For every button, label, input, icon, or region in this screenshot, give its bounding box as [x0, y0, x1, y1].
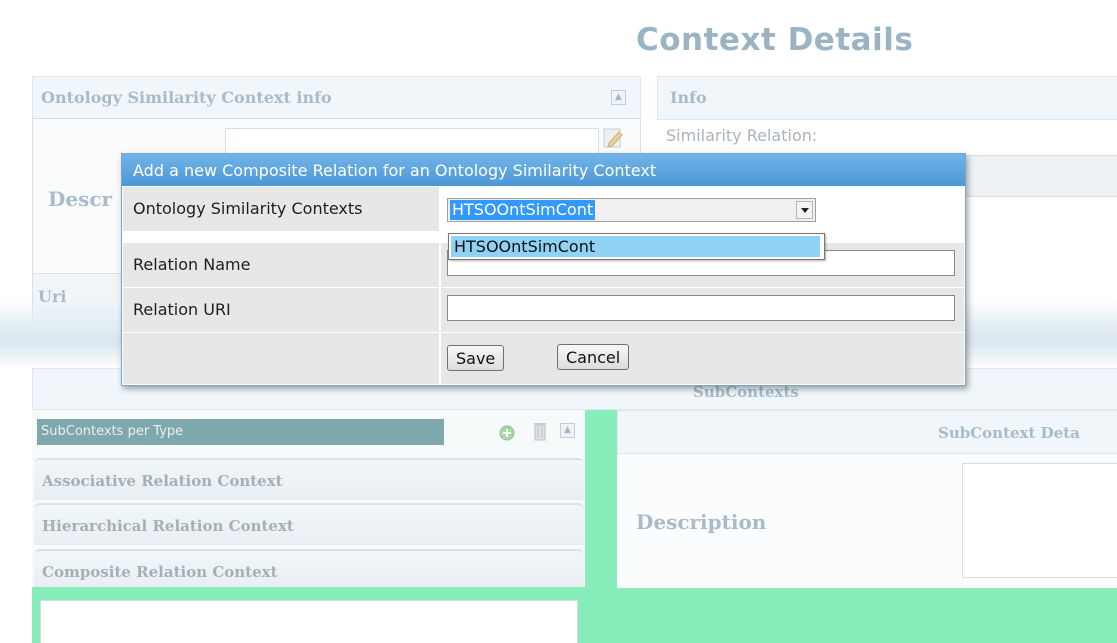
description-field-bg	[225, 128, 599, 154]
contexts-dropdown-list: HTSOOntSimCont	[448, 233, 825, 260]
edit-icon[interactable]	[602, 127, 624, 149]
relation-uri-label-cell: Relation URI	[123, 288, 439, 333]
cancel-button[interactable]: Cancel	[557, 344, 630, 370]
subcontexts-per-type-label: SubContexts per Type	[41, 424, 184, 439]
add-icon[interactable]	[499, 425, 515, 441]
page-title: Context Details	[636, 22, 914, 58]
subcontext-description-box	[962, 463, 1117, 578]
dialog-title: Add a new Composite Relation for an Onto…	[133, 161, 657, 180]
collapse-icon[interactable]: ▲	[611, 90, 626, 105]
description-label-bg: Descr	[48, 187, 113, 211]
save-button[interactable]: Save	[447, 345, 505, 371]
contexts-label: Ontology Similarity Contexts	[133, 199, 363, 218]
trash-icon[interactable]	[532, 421, 548, 441]
relation-uri-label: Relation URI	[133, 300, 231, 319]
contexts-selected-value: HTSOOntSimCont	[450, 200, 596, 220]
tree-item-composite[interactable]: Composite Relation Context	[34, 549, 584, 591]
contexts-value-cell: HTSOOntSimCont	[441, 187, 964, 232]
context-details-page: Context Details Ontology Similarity Cont…	[0, 0, 1117, 643]
subcontext-detail-title: SubContext Deta	[938, 424, 1080, 442]
relation-uri-input[interactable]	[447, 295, 955, 321]
dialog-title-bar[interactable]: Add a new Composite Relation for an Onto…	[122, 154, 965, 186]
add-composite-relation-dialog: Add a new Composite Relation for an Onto…	[121, 153, 966, 386]
buttons-cell: Save Cancel	[441, 333, 964, 385]
tree-item-label: Composite Relation Context	[42, 563, 278, 581]
info-title: Info	[670, 88, 707, 107]
subcontext-description-label: Description	[636, 510, 767, 534]
contexts-select[interactable]: HTSOOntSimCont	[447, 198, 816, 222]
tree-item-hierarchical[interactable]: Hierarchical Relation Context	[34, 503, 584, 545]
contexts-label-cell: Ontology Similarity Contexts	[123, 187, 439, 232]
tree-item-label: Hierarchical Relation Context	[42, 517, 294, 535]
subcontext-detail-header: SubContext Deta	[617, 410, 1117, 454]
similarity-relation-label: Similarity Relation:	[666, 126, 818, 145]
collapse-icon[interactable]: ▲	[560, 423, 575, 438]
tree-item-associative[interactable]: Associative Relation Context	[34, 458, 584, 500]
ontology-context-info-title: Ontology Similarity Context info	[41, 88, 332, 107]
dropdown-option[interactable]: HTSOOntSimCont	[451, 236, 820, 257]
relation-uri-value-cell	[441, 288, 964, 333]
relation-name-label: Relation Name	[133, 255, 251, 274]
tree-item-label: Associative Relation Context	[42, 472, 283, 490]
subcontext-list-box	[40, 600, 578, 643]
buttons-label-cell	[123, 333, 439, 385]
info-header: Info	[657, 76, 1117, 120]
chevron-down-icon[interactable]	[796, 201, 813, 219]
subcontexts-per-type-bar: SubContexts per Type	[37, 419, 444, 445]
relation-name-label-cell: Relation Name	[123, 243, 439, 288]
ontology-context-info-header: Ontology Similarity Context info ▲	[32, 76, 641, 120]
